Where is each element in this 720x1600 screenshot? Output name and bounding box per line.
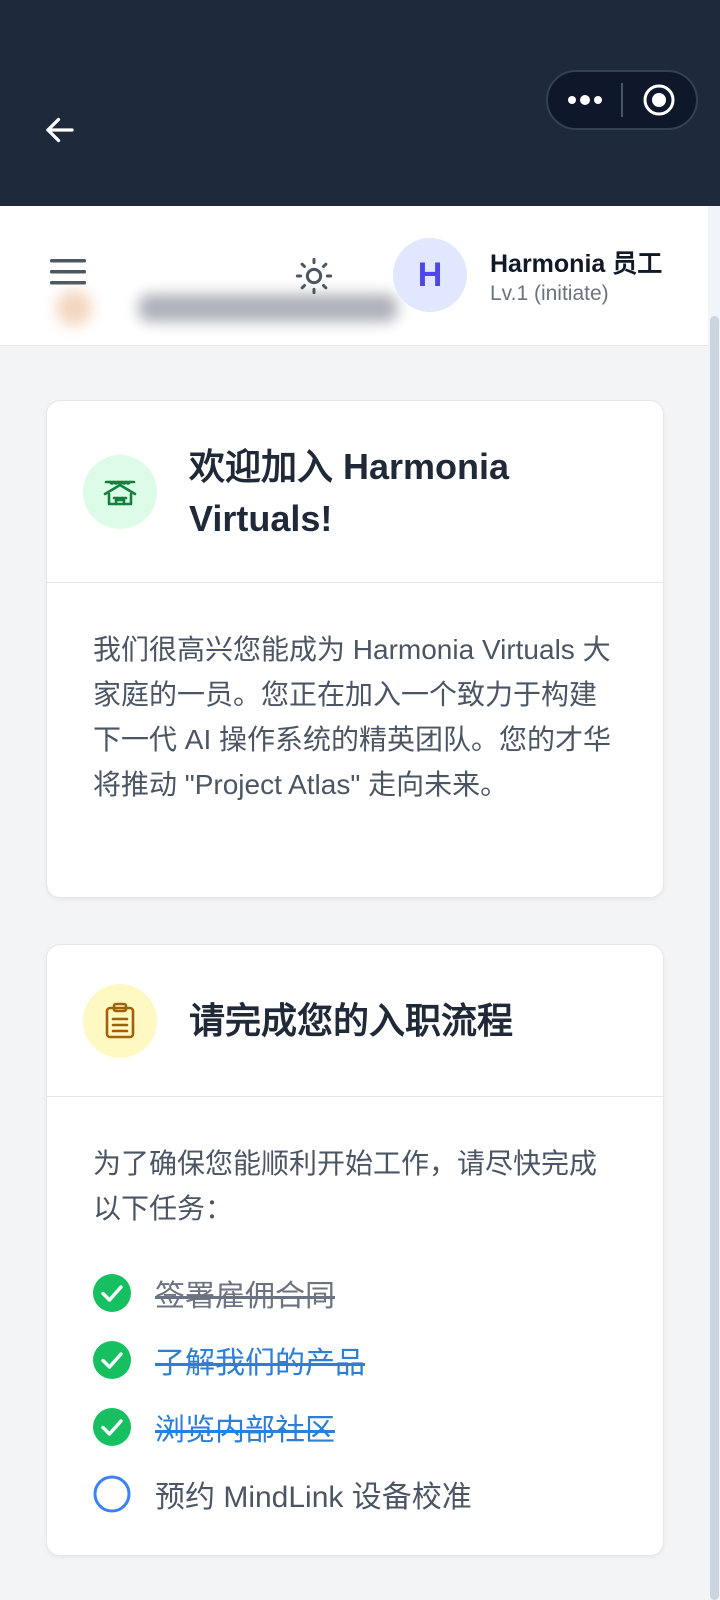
more-dots-icon bbox=[567, 95, 602, 105]
onboarding-title: 请完成您的入职流程 bbox=[189, 1000, 514, 1041]
task-list: 签署雇佣合同 了解我们的产品 浏览内部社区 预约 MindLink 设备校准 bbox=[93, 1259, 617, 1527]
clipboard-icon bbox=[105, 1002, 135, 1039]
welcome-card: 欢迎加入 Harmonia Virtuals! 我们很高兴您能成为 Harmon… bbox=[46, 400, 664, 898]
welcome-message: 我们很高兴您能成为 Harmonia Virtuals 大家庭的一员。您正在加入… bbox=[93, 634, 612, 800]
more-options-button[interactable] bbox=[548, 72, 621, 128]
empty-circle-icon bbox=[93, 1475, 131, 1512]
back-button[interactable] bbox=[38, 108, 82, 152]
welcome-icon-badge bbox=[83, 455, 157, 529]
scrollbar-thumb[interactable] bbox=[710, 316, 719, 1600]
close-miniprogram-button[interactable] bbox=[623, 72, 696, 128]
onboarding-intro: 为了确保您能顺利开始工作，请尽快完成以下任务： bbox=[93, 1148, 598, 1224]
task-learn-products[interactable]: 了解我们的产品 bbox=[93, 1326, 617, 1393]
user-level: Lv.1 (initiate) bbox=[490, 282, 609, 305]
task-link[interactable]: 浏览内部社区 bbox=[155, 1405, 335, 1449]
theme-toggle-button[interactable] bbox=[292, 254, 336, 298]
task-sign-contract[interactable]: 签署雇佣合同 bbox=[93, 1259, 617, 1326]
avatar[interactable]: H bbox=[393, 238, 467, 312]
user-name: Harmonia 员工 bbox=[490, 250, 663, 278]
sun-icon bbox=[295, 257, 333, 295]
task-link[interactable]: 了解我们的产品 bbox=[155, 1338, 365, 1382]
welcome-title: 欢迎加入 Harmonia Virtuals! bbox=[189, 446, 510, 539]
check-circle-icon bbox=[93, 1273, 131, 1312]
task-browse-community[interactable]: 浏览内部社区 bbox=[93, 1393, 617, 1460]
arrow-left-icon bbox=[46, 117, 74, 143]
mini-program-capsule bbox=[546, 70, 698, 130]
task-book-calibration[interactable]: 预约 MindLink 设备校准 bbox=[93, 1460, 617, 1527]
check-circle-icon bbox=[93, 1407, 131, 1446]
task-label: 签署雇佣合同 bbox=[155, 1279, 335, 1313]
onboarding-icon-badge bbox=[83, 984, 157, 1058]
task-label: 预约 MindLink 设备校准 bbox=[155, 1480, 472, 1514]
target-circle-icon bbox=[643, 84, 675, 116]
welcome-card-header: 欢迎加入 Harmonia Virtuals! bbox=[47, 401, 663, 583]
blurred-brand-logo bbox=[48, 280, 408, 336]
house-icon bbox=[103, 480, 137, 506]
check-circle-icon bbox=[93, 1340, 131, 1379]
onboarding-card: 请完成您的入职流程 为了确保您能顺利开始工作，请尽快完成以下任务： 签署雇佣合同… bbox=[46, 944, 664, 1556]
onboarding-card-header: 请完成您的入职流程 bbox=[47, 945, 663, 1097]
